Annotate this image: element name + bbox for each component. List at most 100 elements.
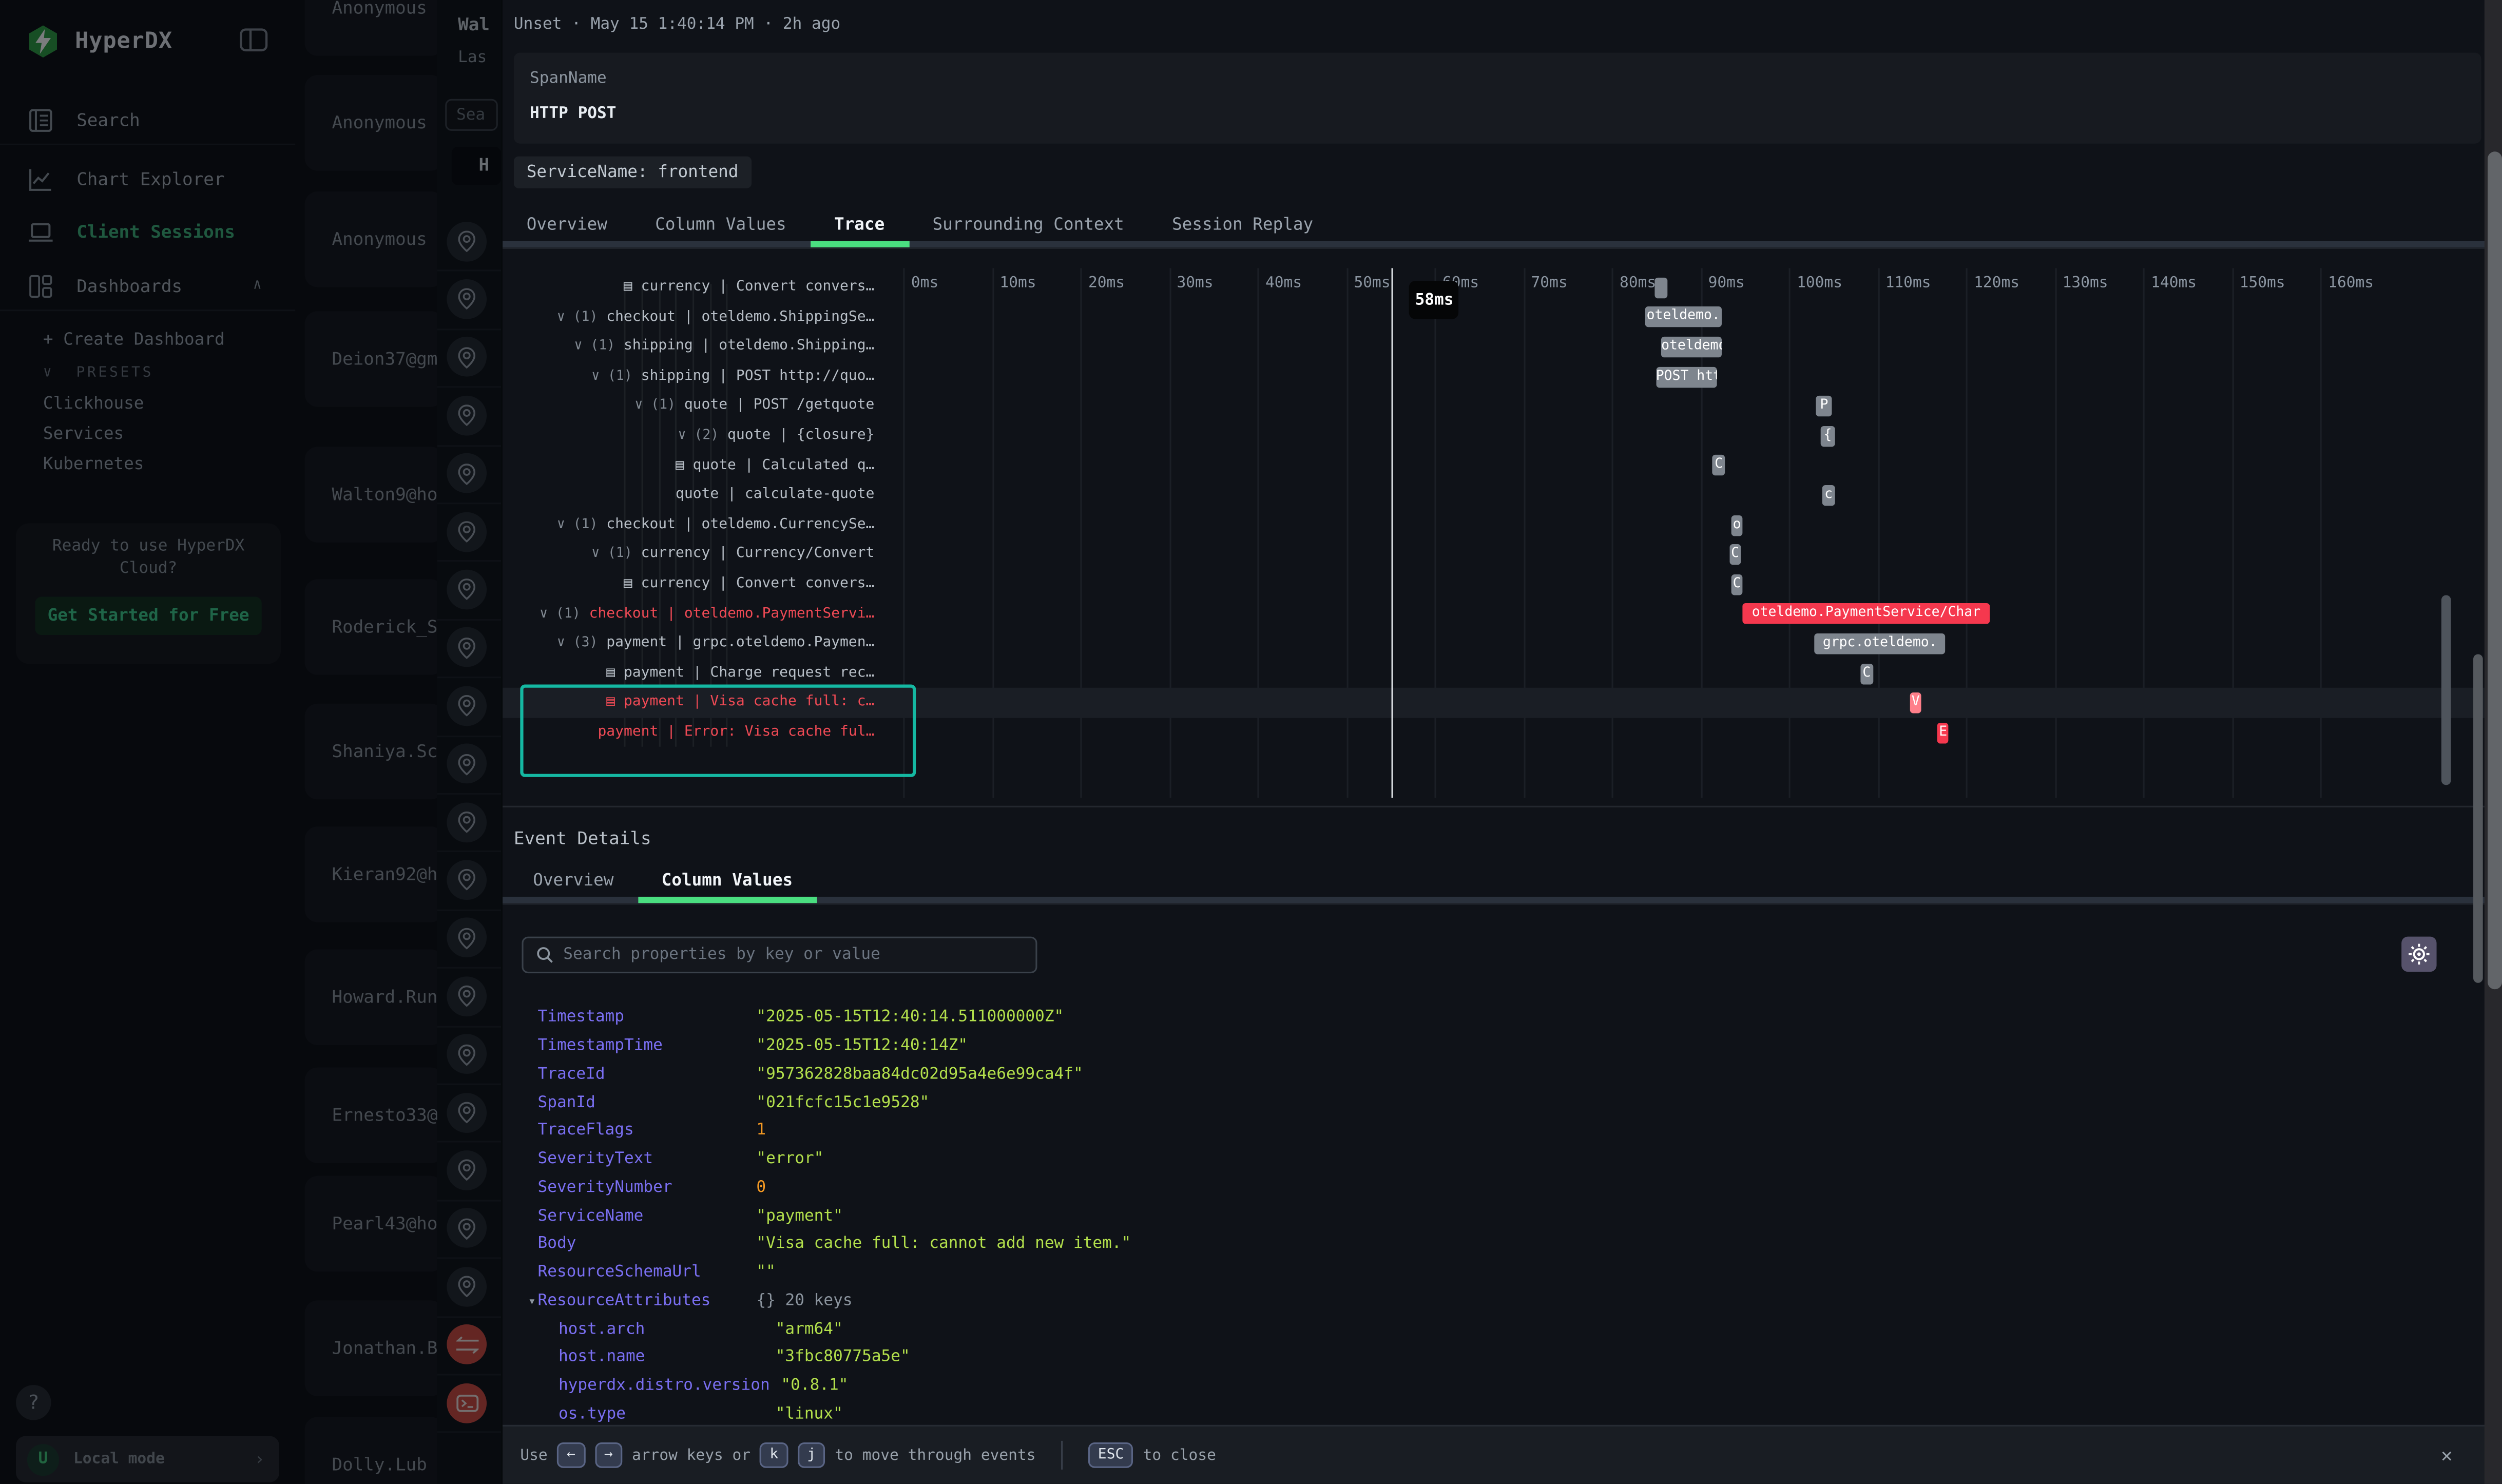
session-card[interactable]: Dolly.Lub [305,1417,444,1484]
property-row[interactable]: os.type"linux" [503,1400,2502,1429]
trace-row-label[interactable]: ∨ (1) checkout | oteldemo.PaymentServi… [503,600,874,629]
property-row[interactable]: host.arch"arm64" [503,1315,2502,1343]
location-pin-icon[interactable] [447,686,487,726]
property-row[interactable]: SpanId"021fcfc15c1e9528" [503,1089,2502,1117]
trace-row-label[interactable]: ∨ (3) payment | grpc.oteldemo.Paymen… [503,629,874,659]
presets-toggle[interactable]: ∨ PRESETS [43,365,153,381]
sidebar-item-chart-explorer[interactable]: Chart Explorer [0,160,297,198]
property-row[interactable]: SeverityNumber0 [503,1173,2502,1202]
get-started-button[interactable]: Get Started for Free [35,597,261,635]
page-scrollbar-thumb[interactable] [2487,151,2501,989]
trace-bar[interactable]: E [1937,722,1949,743]
trace-row[interactable]: ∨ (1) shipping | oteldemo.Shipping…oteld… [503,332,2502,362]
trace-row-label[interactable]: ▤ quote | Calculated q… [503,451,874,480]
trace-row-label[interactable]: ∨ (2) quote | {closure} [503,421,874,451]
tab-column-values[interactable]: Column Values [631,207,811,241]
property-search-input[interactable]: Search properties by key or value [522,937,1037,973]
location-pin-icon[interactable] [447,569,487,609]
trace-bar[interactable]: C [1731,574,1742,594]
drawer-scrollbar-thumb[interactable] [2473,654,2483,982]
trace-row[interactable]: ∨ (1) currency | Currency/Convert C [503,540,2502,570]
tab-surrounding-context[interactable]: Surrounding Context [909,207,1148,241]
help-button[interactable]: ? [16,1385,51,1420]
trace-row[interactable]: ∨ (1) checkout | oteldemo.CurrencySe… o [503,510,2502,540]
location-pin-icon[interactable] [447,860,487,900]
keycap-k[interactable]: k [760,1442,788,1468]
local-mode-pill[interactable]: U Local mode › [16,1436,279,1482]
location-pin-icon[interactable] [447,279,487,319]
trace-row[interactable]: ▤ currency | Convert convers… [503,273,2502,303]
gear-icon[interactable] [2401,937,2436,972]
tab-overview[interactable]: Overview [509,863,638,897]
trace-bar[interactable]: POST http [1656,367,1717,387]
keycap-j[interactable]: j [798,1442,825,1468]
session-card[interactable]: Walton9@ho [305,447,444,543]
trace-row[interactable]: ▤ currency | Convert convers… C [503,570,2502,600]
trace-bar[interactable]: P [1816,396,1832,416]
panel-collapse-icon[interactable] [239,27,268,53]
location-pin-icon[interactable] [447,395,487,435]
property-row[interactable]: ▾ResourceAttributes{} 20 keys [503,1287,2502,1315]
session-card[interactable]: Jonathan.B [305,1300,444,1396]
create-dashboard-link[interactable]: + Create Dashboard [43,330,225,349]
sidebar-preset-clickhouse[interactable]: Clickhouse [43,394,144,413]
logo[interactable]: HyperDX [26,23,172,61]
tab-session-replay[interactable]: Session Replay [1148,207,1337,241]
service-name-tag[interactable]: ServiceName: frontend [514,157,751,188]
location-pin-icon[interactable] [447,1208,487,1248]
location-pin-icon[interactable] [447,337,487,377]
trace-row[interactable]: ∨ (3) payment | grpc.oteldemo.Paymen… grp… [503,629,2502,659]
location-pin-icon[interactable] [447,628,487,668]
session-card[interactable]: Ernesto33@ [305,1068,444,1164]
property-row[interactable]: host.name"3fbc80775a5e" [503,1343,2502,1372]
session-card[interactable]: Kieran92@h [305,826,444,922]
trace-row[interactable]: ∨ (2) quote | {closure} { [503,421,2502,451]
trace-bar[interactable]: oteldemo.PaymentService/Char [1743,604,1990,624]
location-pin-icon[interactable] [447,453,487,493]
trace-scrollbar-thumb[interactable] [2441,595,2451,785]
trace-row-label[interactable]: ∨ (1) currency | Currency/Convert [503,540,874,570]
property-row[interactable]: ServiceName"payment" [503,1202,2502,1230]
keycap-→[interactable]: → [594,1442,622,1468]
trace-bar[interactable]: { [1821,426,1835,446]
trace-bar[interactable]: grpc.oteldemo. [1815,633,1946,654]
trace-bar[interactable]: C [1712,455,1725,476]
property-row[interactable]: TraceId"957362828baa84dc02d95a4e6e99ca4f… [503,1061,2502,1089]
property-row[interactable]: hyperdx.distro.version"0.8.1" [503,1372,2502,1400]
trace-bar[interactable]: o [1731,515,1742,535]
property-row[interactable]: TraceFlags1 [503,1117,2502,1145]
trace-bar[interactable]: c [1822,485,1835,506]
trace-row-label[interactable]: ▤ currency | Convert convers… [503,570,874,600]
sidebar-preset-services[interactable]: Services [43,425,124,444]
property-row[interactable]: TimestampTime"2025-05-15T12:40:14Z" [503,1032,2502,1060]
tab-column-values[interactable]: Column Values [638,863,817,897]
location-pin-icon[interactable] [447,1150,487,1190]
peek-search-input[interactable]: Sea [445,99,498,131]
trace-row-label[interactable]: ∨ (1) shipping | oteldemo.Shipping… [503,332,874,362]
trace-row[interactable]: ∨ (1) shipping | POST http://quo…POST ht… [503,362,2502,392]
tab-overview[interactable]: Overview [503,207,631,241]
sidebar-item-dashboards[interactable]: Dashboards∧ [0,266,297,305]
sidebar-item-client-sessions[interactable]: Client Sessions [0,213,297,252]
location-pin-icon[interactable] [447,976,487,1016]
sidebar-item-search[interactable]: Search [0,101,297,139]
trace-row[interactable]: quote | calculate-quotec [503,480,2502,510]
session-card[interactable]: Anonymous [305,75,444,171]
tab-trace[interactable]: Trace [810,207,909,241]
property-row[interactable]: Body"Visa cache full: cannot add new ite… [503,1230,2502,1259]
location-pin-icon[interactable] [447,918,487,958]
trace-bar[interactable]: C [1729,545,1741,565]
trace-row-label[interactable]: ▤ currency | Convert convers… [503,273,874,303]
location-pin-icon[interactable] [447,221,487,261]
session-card[interactable]: Shaniya.Sc [305,704,444,800]
location-pin-icon[interactable] [447,1034,487,1074]
close-icon[interactable]: ✕ [2441,1444,2452,1467]
session-card[interactable]: Pearl43@ho [305,1176,444,1272]
location-pin-icon[interactable] [447,744,487,784]
swap-arrows-icon[interactable] [447,1324,487,1364]
trace-row[interactable]: ∨ (1) checkout | oteldemo.PaymentServi… o… [503,600,2502,629]
keycap-ESC[interactable]: ESC [1088,1442,1133,1468]
trace-row-label[interactable]: ∨ (1) quote | POST /getquote [503,392,874,421]
trace-row-label[interactable]: ∨ (1) checkout | oteldemo.CurrencySe… [503,510,874,540]
trace-row[interactable]: ∨ (1) quote | POST /getquote P [503,392,2502,421]
